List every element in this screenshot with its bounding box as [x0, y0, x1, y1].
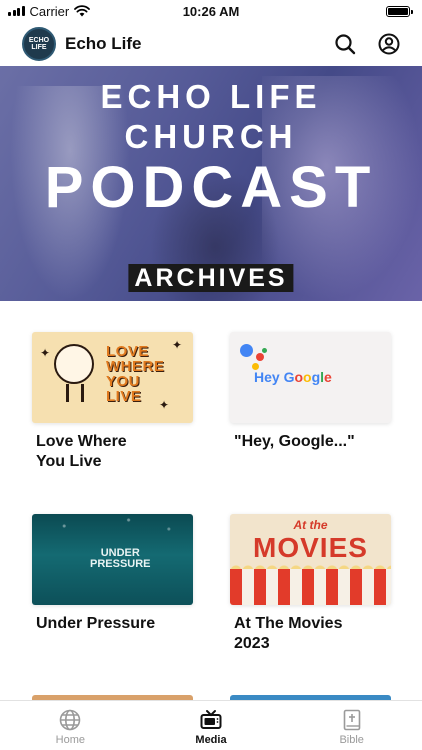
sparkle-icon: ✦	[172, 338, 183, 352]
wifi-icon	[74, 5, 91, 17]
thumb-word: LOVE	[106, 343, 149, 360]
tab-home[interactable]: Home	[0, 701, 141, 750]
tab-media[interactable]: Media	[141, 701, 282, 750]
sparkle-icon: ✦	[40, 346, 51, 360]
podcast-archives-banner[interactable]: ECHO LIFE CHURCH PODCAST ARCHIVES	[0, 66, 422, 301]
thumb-word: MOVIES	[253, 532, 368, 563]
bottom-tab-bar: Home Media Bible	[0, 700, 422, 750]
profile-icon[interactable]	[378, 33, 400, 55]
church-logo: ECHO LIFE	[22, 27, 56, 61]
banner-line-1: ECHO LIFE	[100, 78, 322, 115]
thumbnail-text: LOVE WHERE YOU LIVE	[106, 344, 164, 404]
tab-bible[interactable]: Bible	[281, 701, 422, 750]
popcorn-box-icon	[230, 569, 391, 605]
series-thumbnail: At the MOVIES	[230, 514, 391, 605]
search-icon[interactable]	[334, 33, 356, 55]
globe-icon	[60, 709, 81, 731]
series-card-love-where-you-live[interactable]: ✦ ✦ ✦ LOVE WHERE YOU LIVE Love Where You…	[32, 332, 193, 472]
banner-line-2: CHURCH	[124, 118, 298, 155]
thumbnail-text: Hey Google	[254, 369, 332, 385]
thumb-word: WHERE	[106, 358, 165, 375]
tab-label: Home	[55, 734, 85, 746]
archives-tag: ARCHIVES	[128, 264, 294, 292]
thumb-word: LIVE	[106, 388, 142, 405]
status-left: Carrier	[8, 3, 91, 19]
banner-line-3: PODCAST	[44, 155, 378, 220]
tab-label: Media	[195, 734, 227, 746]
series-card-under-pressure[interactable]: UNDER PRESSURE Under Pressure	[32, 514, 193, 634]
thumbnail-text: UNDER PRESSURE	[90, 548, 151, 570]
series-card-at-the-movies[interactable]: At the MOVIES At The Movies 2023	[230, 514, 391, 654]
thumb-word: YOU	[106, 373, 141, 390]
thumb-word: PRESSURE	[90, 558, 151, 570]
logo-text-bottom: LIFE	[31, 44, 47, 51]
carrier-label: Carrier	[29, 3, 70, 19]
status-bar: Carrier 10:26 AM	[0, 0, 422, 22]
bible-icon	[343, 709, 360, 731]
logo-text-top: ECHO	[28, 37, 50, 44]
series-thumbnail: UNDER PRESSURE	[32, 514, 193, 605]
series-thumbnail: Hey Google	[230, 332, 391, 423]
series-card-hey-google[interactable]: Hey Google "Hey, Google..."	[230, 332, 391, 452]
tv-icon	[200, 710, 222, 729]
signal-icon	[8, 6, 25, 16]
tab-label: Bible	[339, 734, 364, 746]
globe-mascot-icon	[54, 344, 94, 384]
app-title: Echo Life	[65, 34, 142, 53]
app-header: ECHO LIFE Echo Life	[0, 22, 422, 66]
battery-icon	[386, 5, 413, 17]
series-thumbnail: ✦ ✦ ✦ LOVE WHERE YOU LIVE	[32, 332, 193, 423]
series-title: At The Movies 2023	[234, 615, 343, 652]
series-title: Under Pressure	[36, 615, 156, 632]
series-title: "Hey, Google..."	[234, 433, 355, 450]
thumb-word: At the	[293, 518, 328, 532]
series-title: Love Where You Live	[36, 433, 127, 470]
header-actions	[334, 33, 400, 55]
mascot-legs	[66, 384, 84, 402]
bubbles-decoration	[32, 514, 193, 544]
status-time: 10:26 AM	[182, 3, 240, 19]
